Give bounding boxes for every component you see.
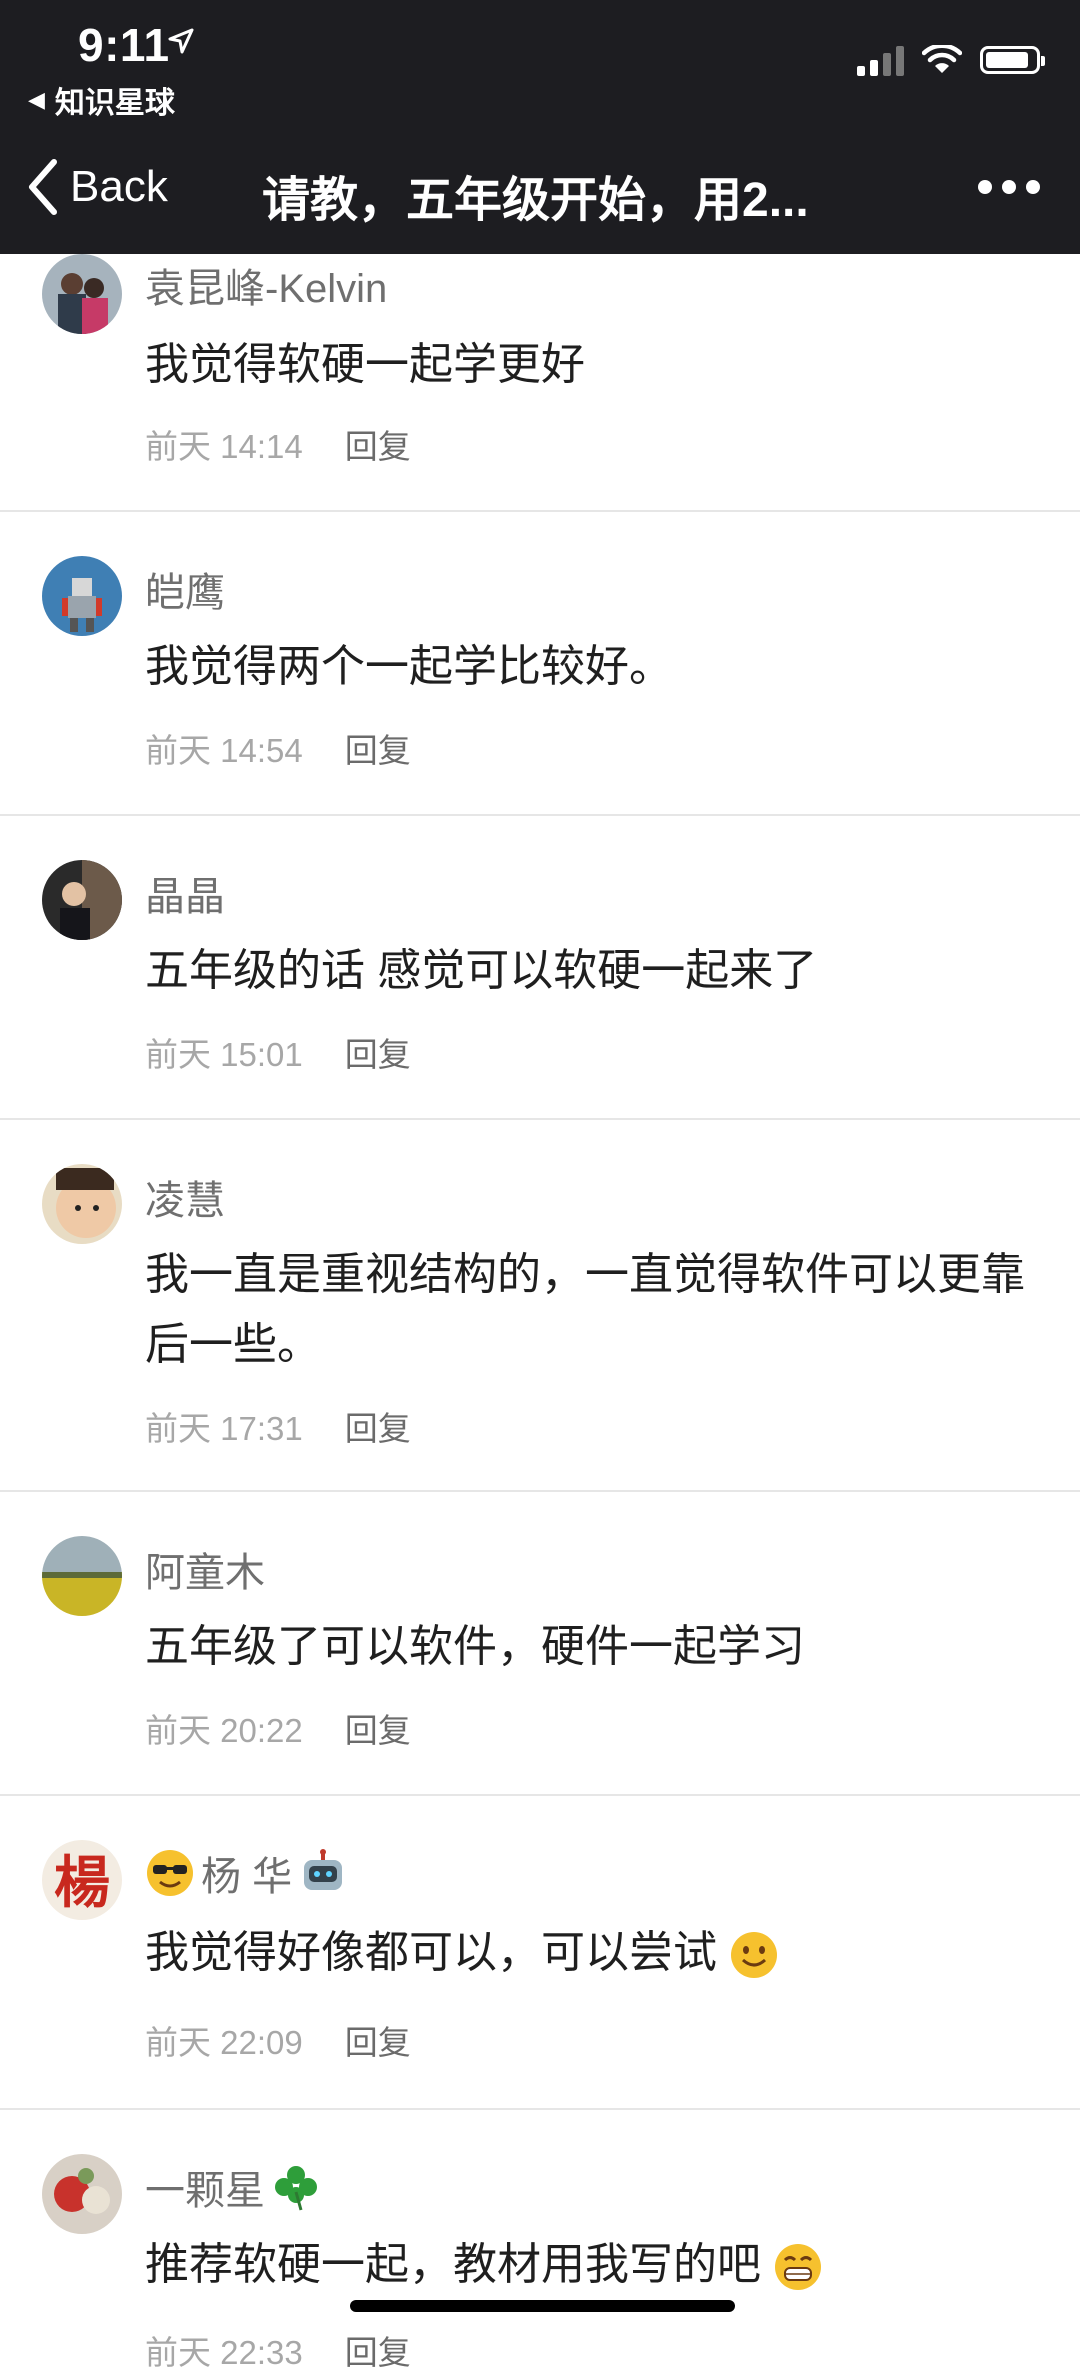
avatar[interactable] <box>42 254 122 334</box>
back-triangle-icon: ◀ <box>28 87 45 112</box>
smile-emoji-icon <box>731 1932 778 1979</box>
comment-author[interactable]: 杨 华 <box>145 1844 348 1902</box>
comment-author[interactable]: 皑鹰 <box>145 560 225 618</box>
comment-text: 五年级的话 感觉可以软硬一起来了 <box>145 946 818 995</box>
battery-icon <box>980 46 1045 74</box>
svg-text:楊: 楊 <box>54 1850 110 1916</box>
comment-item: 阿童木 五年级了可以软件，硬件一起学习 前天 20:22 回复 <box>0 1492 1080 1796</box>
back-to-app[interactable]: ◀ 知识星球 <box>28 78 175 122</box>
comment-time: 前天 15:01 <box>145 1036 303 1073</box>
page-title: 请教，五年级开始，用2... <box>262 174 809 227</box>
reply-button[interactable]: 回复 <box>345 1028 411 1076</box>
comment-meta: 前天 22:33 回复 <box>145 2326 411 2374</box>
comment-author[interactable]: 袁昆峰-Kelvin <box>145 256 387 314</box>
comment-item: 袁昆峰-Kelvin 我觉得软硬一起学更好 前天 14:14 回复 <box>0 254 1080 512</box>
avatar[interactable] <box>42 2154 122 2234</box>
comment-text: 我觉得两个一起学比较好。 <box>145 642 673 691</box>
status-icons <box>857 44 1045 76</box>
comment-time: 前天 17:31 <box>145 1410 303 1447</box>
comment-text: 五年级了可以软件，硬件一起学习 <box>145 1622 805 1671</box>
avatar[interactable]: 楊 <box>42 1840 122 1920</box>
comment-item: 凌慧 我一直是重视结构的，一直觉得软件可以更靠后一些。 前天 17:31 回复 <box>0 1120 1080 1492</box>
avatar[interactable] <box>42 860 122 940</box>
comment-item: 晶晶 五年级的话 感觉可以软硬一起来了 前天 15:01 回复 <box>0 816 1080 1120</box>
status-time: 9:11 <box>78 19 170 71</box>
comment-time: 前天 20:22 <box>145 1712 303 1749</box>
comment-list: 袁昆峰-Kelvin 我觉得软硬一起学更好 前天 14:14 回复 皑鹰 我觉得… <box>0 254 1080 2371</box>
reply-button[interactable]: 回复 <box>345 2326 411 2374</box>
comment-time: 前天 22:33 <box>145 2334 303 2371</box>
signal-icon <box>857 44 904 76</box>
comment-item: 一颗星 推荐软硬一起，教材用我写的吧 前天 22:33 回复 <box>0 2110 1080 2371</box>
back-app-label: 知识星球 <box>54 87 175 120</box>
back-chevron-icon <box>29 159 57 215</box>
home-indicator[interactable] <box>350 2300 735 2312</box>
wifi-icon <box>922 45 962 73</box>
reply-button[interactable]: 回复 <box>345 2016 411 2064</box>
comment-text: 我觉得软硬一起学更好 <box>145 340 585 389</box>
avatar[interactable] <box>42 556 122 636</box>
comment-author[interactable]: 阿童木 <box>145 1540 265 1598</box>
reply-button[interactable]: 回复 <box>345 420 411 468</box>
comment-item: 楊 杨 华 我觉得好像都可以，可以尝试 前天 22:09 回复 <box>0 1796 1080 2110</box>
comment-time: 前天 14:14 <box>145 428 303 465</box>
comment-meta: 前天 20:22 回复 <box>145 1704 411 1752</box>
comment-text: 我一直是重视结构的，一直觉得软件可以更靠后一些。 <box>145 1250 1025 1369</box>
avatar[interactable] <box>42 1536 122 1616</box>
avatar[interactable] <box>42 1164 122 1244</box>
comment-author[interactable]: 晶晶 <box>145 864 225 922</box>
comment-meta: 前天 14:54 回复 <box>145 724 411 772</box>
back-label: Back <box>70 162 168 211</box>
more-dots-icon[interactable] <box>978 180 1040 194</box>
back-button[interactable]: Back <box>26 158 168 216</box>
comment-text: 推荐软硬一起，教材用我写的吧 <box>145 2230 1030 2300</box>
clover-emoji-icon <box>275 2166 317 2211</box>
reply-button[interactable]: 回复 <box>345 724 411 772</box>
comment-author[interactable]: 凌慧 <box>145 1168 225 1226</box>
comment-item: 皑鹰 我觉得两个一起学比较好。 前天 14:54 回复 <box>0 512 1080 816</box>
location-arrow-icon <box>168 28 194 54</box>
grin-emoji-icon <box>775 2244 822 2291</box>
comment-meta: 前天 15:01 回复 <box>145 1028 411 1076</box>
comment-time: 前天 14:54 <box>145 732 303 769</box>
comment-text: 我觉得好像都可以，可以尝试 <box>145 1918 1030 1988</box>
comment-meta: 前天 22:09 回复 <box>145 2016 411 2064</box>
robot-emoji-icon <box>304 1849 343 1890</box>
comment-meta: 前天 17:31 回复 <box>145 1402 411 1450</box>
comment-time: 前天 22:09 <box>145 2024 303 2061</box>
sunglasses-emoji-icon <box>147 1850 193 1896</box>
comment-author[interactable]: 一颗星 <box>145 2158 321 2216</box>
reply-button[interactable]: 回复 <box>345 1704 411 1752</box>
reply-button[interactable]: 回复 <box>345 1402 411 1450</box>
top-bar: 9:11 ◀ 知识星球 Back 请教，五年级开始，用2... <box>0 0 1080 254</box>
comment-meta: 前天 14:14 回复 <box>145 420 411 468</box>
